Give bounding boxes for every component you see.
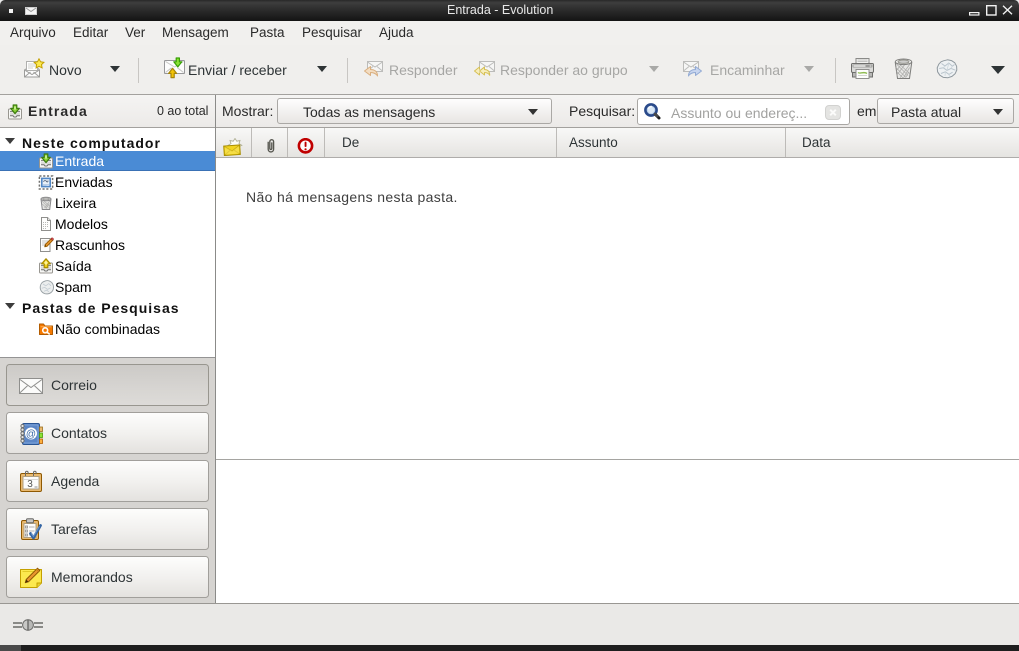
svg-text:@: @ — [26, 429, 36, 440]
svg-text:3: 3 — [27, 479, 33, 490]
